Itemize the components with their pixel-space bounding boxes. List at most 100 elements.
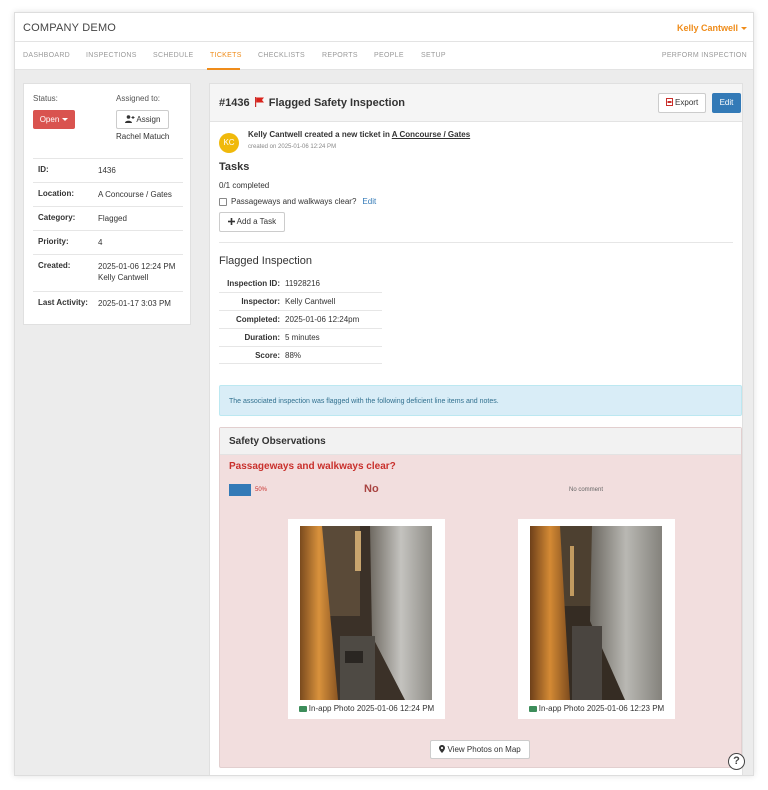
safety-observations-panel: Safety Observations Passageways and walk… xyxy=(219,427,742,768)
nav-schedule[interactable]: SCHEDULE xyxy=(153,52,194,59)
status-dropdown-button[interactable]: Open xyxy=(33,110,75,129)
main-nav: DASHBOARD INSPECTIONS SCHEDULE TICKETS C… xyxy=(15,42,753,70)
plus-icon xyxy=(227,218,235,225)
nav-inspections[interactable]: INSPECTIONS xyxy=(86,52,137,59)
detail-label: Priority: xyxy=(38,237,69,246)
inspection-value: 5 minutes xyxy=(285,333,320,342)
activity-text: Kelly Cantwell created a new ticket in xyxy=(248,130,390,139)
detail-value: A Concourse / Gates xyxy=(98,190,172,199)
nav-reports[interactable]: REPORTS xyxy=(322,52,358,59)
observations-header: Safety Observations xyxy=(220,428,741,455)
edit-ticket-button[interactable]: Edit xyxy=(712,93,741,113)
inspection-row: Score: 88% xyxy=(219,346,382,364)
inspection-row: Completed: 2025-01-06 12:24pm xyxy=(219,310,382,328)
comment-text: No comment xyxy=(569,487,604,493)
inspection-photo[interactable] xyxy=(530,526,662,700)
task-item: Passageways and walkways clear? Edit xyxy=(219,197,376,206)
camera-icon xyxy=(298,706,307,712)
detail-row-id: ID: 1436 xyxy=(33,158,183,182)
location-link[interactable]: A Concourse / Gates xyxy=(392,130,470,139)
section-divider xyxy=(219,242,733,243)
view-photos-on-map-button[interactable]: View Photos on Map xyxy=(430,740,530,759)
inspection-row: Duration: 5 minutes xyxy=(219,328,382,346)
inspection-photo[interactable] xyxy=(300,526,432,700)
detail-label: ID: xyxy=(38,165,49,174)
export-label: Export xyxy=(675,98,699,107)
export-button[interactable]: Export xyxy=(658,93,706,113)
active-tab-indicator xyxy=(207,68,240,70)
map-marker-icon xyxy=(439,745,446,753)
ticket-title-text: Flagged Safety Inspection xyxy=(268,97,406,109)
map-button-label: View Photos on Map xyxy=(447,745,521,754)
detail-row-location: Location: A Concourse / Gates xyxy=(33,182,183,206)
score-percent: 50% xyxy=(255,487,268,493)
assign-button[interactable]: Assign xyxy=(116,110,169,129)
inspection-value: 88% xyxy=(285,350,302,360)
inspection-label: Inspector: xyxy=(241,297,280,306)
activity-timestamp: created on 2025-01-06 12:24 PM xyxy=(248,144,337,150)
flagged-inspection-heading: Flagged Inspection xyxy=(219,255,312,267)
detail-value: 2025-01-17 3:03 PM xyxy=(98,299,171,308)
top-header: COMPANY DEMO Kelly Cantwell xyxy=(15,13,753,42)
user-menu[interactable]: Kelly Cantwell xyxy=(677,23,747,33)
pdf-icon xyxy=(665,98,673,106)
add-task-button[interactable]: Add a Task xyxy=(219,212,285,232)
inspection-value: 11928216 xyxy=(285,278,320,288)
ticket-detail-panel: #1436 Flagged Safety Inspection Export E… xyxy=(209,83,743,775)
photo-caption: In-app Photo 2025-01-06 12:24 PM xyxy=(288,704,445,713)
avatar: KC xyxy=(219,133,239,153)
ticket-title: #1436 Flagged Safety Inspection xyxy=(219,97,405,109)
ticket-header: #1436 Flagged Safety Inspection Export E… xyxy=(210,84,742,122)
add-task-label: Add a Task xyxy=(236,217,277,226)
photo-caption-text: In-app Photo 2025-01-06 12:24 PM xyxy=(308,704,435,713)
user-name: Kelly Cantwell xyxy=(676,23,738,33)
task-edit-link[interactable]: Edit xyxy=(362,197,376,206)
chevron-down-icon xyxy=(62,118,69,122)
company-brand: COMPANY DEMO xyxy=(23,22,117,34)
created-date: 2025-01-06 12:24 PM xyxy=(98,262,176,271)
answer-value: No xyxy=(364,483,379,495)
camera-icon xyxy=(528,706,537,712)
nav-perform-inspection[interactable]: PERFORM INSPECTION xyxy=(662,52,747,59)
inspection-label: Score: xyxy=(255,350,280,360)
inspection-value: 2025-01-06 12:24pm xyxy=(285,315,360,324)
user-plus-icon xyxy=(124,115,135,123)
ticket-number: #1436 xyxy=(219,97,250,109)
photo-image xyxy=(300,526,432,700)
observations-title: Safety Observations xyxy=(229,436,326,447)
assign-button-label: Assign xyxy=(136,115,161,124)
inspection-label: Inspection ID: xyxy=(227,278,280,288)
detail-label: Location: xyxy=(38,189,74,198)
nav-dashboard[interactable]: DASHBOARD xyxy=(23,52,70,59)
app-window: COMPANY DEMO Kelly Cantwell DASHBOARD IN… xyxy=(14,12,754,776)
ticket-details-list: ID: 1436 Location: A Concourse / Gates Cat… xyxy=(33,158,183,315)
assigned-label: Assigned to: xyxy=(116,94,161,103)
help-icon[interactable]: ? xyxy=(728,753,745,770)
score-bar xyxy=(229,484,251,496)
inspection-row: Inspector: Kelly Cantwell xyxy=(219,292,382,310)
detail-value: 4 xyxy=(98,238,103,247)
detail-label: Created: xyxy=(38,261,71,270)
detail-row-created: Created: 2025-01-06 12:24 PM Kelly Cantwel… xyxy=(33,254,183,291)
photo-card[interactable]: In-app Photo 2025-01-06 12:24 PM xyxy=(288,519,445,719)
inspection-label: Duration: xyxy=(244,333,280,342)
activity-entry: Kelly Cantwell created a new ticket in A… xyxy=(248,130,470,139)
inspection-value: Kelly Cantwell xyxy=(285,297,336,306)
detail-value: 1436 xyxy=(98,166,116,175)
nav-tickets[interactable]: TICKETS xyxy=(210,52,242,59)
nav-checklists[interactable]: CHECKLISTS xyxy=(258,52,305,59)
inspection-row: Inspection ID: 11928216 xyxy=(219,274,382,292)
photo-caption-text: In-app Photo 2025-01-06 12:23 PM xyxy=(538,704,665,713)
task-checkbox[interactable] xyxy=(219,197,227,206)
nav-setup[interactable]: SETUP xyxy=(421,52,446,59)
status-label: Status: xyxy=(33,94,58,103)
ticket-summary-panel: Status: Assigned to: Open Assign Rachel … xyxy=(23,83,191,325)
detail-row-last-activity: Last Activity: 2025-01-17 3:03 PM xyxy=(33,291,183,315)
task-label: Passageways and walkways clear? xyxy=(231,197,357,206)
inspection-details: Inspection ID: 11928216 Inspector: Kelly C… xyxy=(219,274,382,364)
flag-icon xyxy=(254,97,264,107)
photo-card[interactable]: In-app Photo 2025-01-06 12:23 PM xyxy=(518,519,675,719)
assignee-name: Rachel Matuch xyxy=(116,132,170,141)
nav-people[interactable]: PEOPLE xyxy=(374,52,404,59)
inspection-label: Completed: xyxy=(236,315,280,324)
